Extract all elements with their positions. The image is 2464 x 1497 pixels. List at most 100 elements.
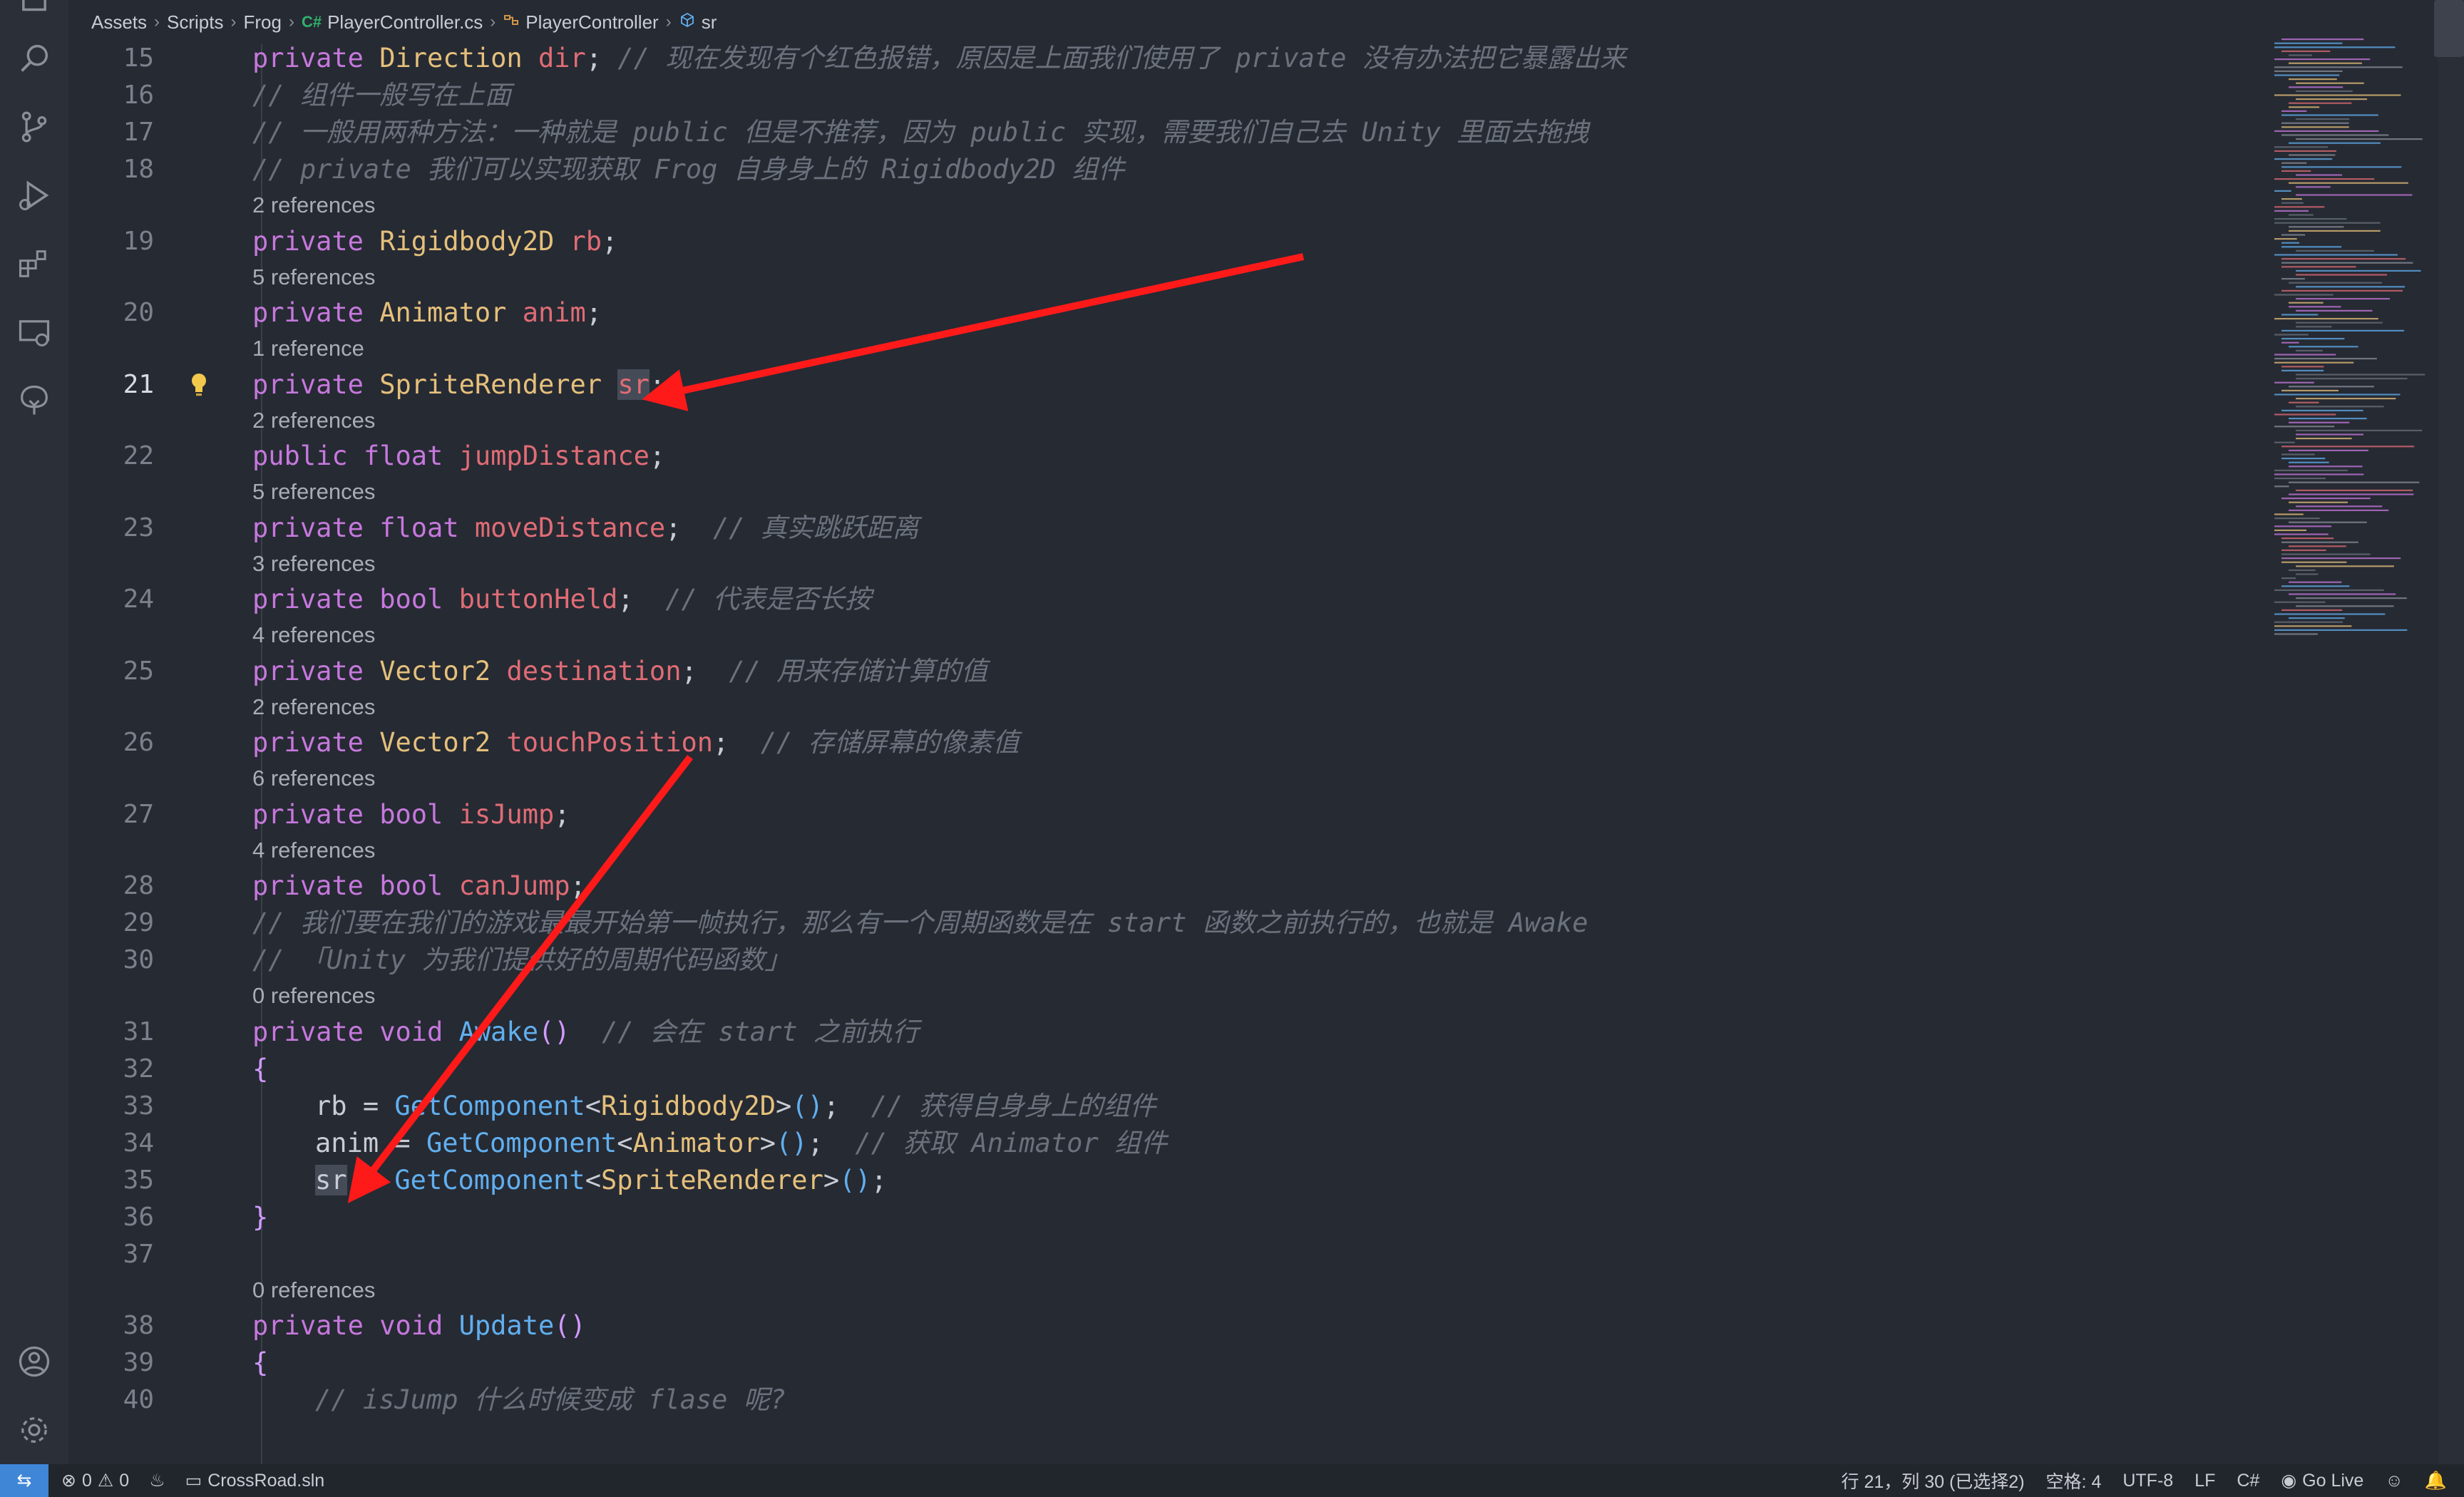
codelens-references[interactable]: 1 reference bbox=[252, 331, 364, 366]
problems-indicator[interactable]: ⊗ 0 ⚠ 0 bbox=[61, 1470, 129, 1491]
language-mode[interactable]: C# bbox=[2237, 1471, 2259, 1491]
minimap-line bbox=[2296, 605, 2394, 607]
code-token: ; bbox=[585, 43, 618, 73]
breadcrumb-frog[interactable]: Frog bbox=[244, 11, 282, 34]
code-line[interactable]: 37 bbox=[68, 1236, 2279, 1273]
code-token: private bbox=[252, 1016, 380, 1047]
csharp-file-icon: C# bbox=[301, 13, 322, 31]
lightbulb-icon[interactable] bbox=[190, 372, 208, 398]
minimap-line bbox=[2296, 118, 2350, 120]
codelens-references[interactable]: 4 references bbox=[252, 618, 375, 652]
remote-explorer-icon[interactable] bbox=[13, 311, 56, 354]
remote-icon: ⇆ bbox=[16, 1471, 32, 1491]
breadcrumb-field[interactable]: sr bbox=[679, 11, 717, 34]
code-token: // 获取 Animator 组件 bbox=[855, 1127, 1168, 1158]
minimap-line bbox=[2289, 54, 2313, 56]
codelens-references[interactable]: 0 references bbox=[252, 979, 375, 1013]
minimap-line bbox=[2296, 298, 2391, 300]
codelens-references[interactable]: 2 references bbox=[252, 690, 375, 724]
code-line[interactable]: 22 public float jumpDistance; bbox=[68, 438, 2279, 475]
minimap-line bbox=[2274, 633, 2318, 635]
code-line[interactable]: 35 sr = GetComponent<SpriteRenderer>(); bbox=[68, 1162, 2279, 1199]
flame-icon[interactable]: ♨ bbox=[149, 1470, 165, 1491]
code-line[interactable]: 40 // isJump 什么时候变成 flase 呢? bbox=[68, 1382, 2279, 1419]
code-line[interactable]: 16 // 组件一般写在上面 bbox=[68, 77, 2279, 114]
code-line[interactable]: 18 // private 我们可以实现获取 Frog 自身身上的 Rigidbo… bbox=[68, 151, 2279, 188]
extensions-icon[interactable] bbox=[13, 242, 56, 285]
code-line[interactable]: 24 private bool buttonHeld; // 代表是否长按 bbox=[68, 581, 2279, 618]
code-token: } bbox=[252, 1201, 269, 1233]
code-line[interactable]: 26 private Vector2 touchPosition; // 存储屏幕… bbox=[68, 724, 2279, 761]
codelens-references[interactable]: 4 references bbox=[252, 833, 375, 868]
code-line[interactable]: 23 private float moveDistance; // 真实跳跃距离 bbox=[68, 510, 2279, 547]
go-live-button[interactable]: ◉ Go Live bbox=[2281, 1470, 2363, 1491]
code-line[interactable]: 19 private Rigidbody2D rb; bbox=[68, 223, 2279, 260]
code-line[interactable]: 17 // 一般用两种方法：一种就是 public 但是不推荐，因为 public… bbox=[68, 114, 2279, 151]
code-line[interactable]: 33 rb = GetComponent<Rigidbody2D>(); // 获… bbox=[68, 1088, 2279, 1125]
code-line[interactable]: 32 { bbox=[68, 1051, 2279, 1088]
chevron-right-icon: › bbox=[288, 12, 294, 31]
breadcrumb-file[interactable]: C# PlayerController.cs bbox=[302, 11, 483, 34]
code-token: ; bbox=[807, 1127, 856, 1158]
line-ending[interactable]: LF bbox=[2194, 1471, 2215, 1491]
source-control-icon[interactable] bbox=[13, 106, 56, 148]
codelens-references[interactable]: 0 references bbox=[252, 1273, 375, 1307]
breadcrumb-class[interactable]: PlayerController bbox=[503, 11, 659, 34]
minimap-line bbox=[2296, 326, 2332, 328]
scrollbar-thumb[interactable] bbox=[2434, 0, 2464, 57]
codelens-references[interactable]: 2 references bbox=[252, 403, 375, 438]
warning-icon: ⚠ bbox=[97, 1471, 114, 1491]
breadcrumb-assets[interactable]: Assets bbox=[91, 11, 147, 34]
code-editor[interactable]: 15 private Direction dir; // 现在发现有个红色报错，原… bbox=[68, 43, 2279, 1464]
solution-indicator[interactable]: ▭ CrossRoad.sln bbox=[185, 1470, 325, 1491]
minimap-line bbox=[2274, 190, 2291, 192]
run-debug-icon[interactable] bbox=[13, 174, 56, 217]
minimap-line bbox=[2274, 206, 2325, 208]
vertical-scrollbar[interactable] bbox=[2438, 0, 2464, 1464]
indentation[interactable]: 空格: 4 bbox=[2046, 1468, 2102, 1493]
minimap-line bbox=[2274, 66, 2403, 68]
minimap-line bbox=[2281, 541, 2358, 543]
code-line[interactable]: 31 private void Awake() // 会在 start 之前执行 bbox=[68, 1014, 2279, 1051]
code-line[interactable]: 21 private SpriteRenderer sr; bbox=[68, 366, 2279, 403]
codelens-references[interactable]: 6 references bbox=[252, 761, 375, 796]
code-token: public bbox=[252, 441, 364, 471]
codelens-references[interactable]: 5 references bbox=[252, 475, 375, 509]
codelens-references[interactable]: 5 references bbox=[252, 260, 375, 294]
minimap-line bbox=[2281, 266, 2356, 268]
code-text: // isJump 什么时候变成 flase 呢? bbox=[315, 1382, 786, 1419]
minimap-line bbox=[2281, 561, 2347, 563]
codelens-references[interactable]: 2 references bbox=[252, 188, 375, 222]
code-line[interactable]: 36} bbox=[68, 1199, 2279, 1236]
minimap[interactable] bbox=[2274, 31, 2445, 644]
codelens-references[interactable]: 3 references bbox=[252, 547, 375, 581]
minimap-line bbox=[2281, 262, 2413, 264]
tree-icon[interactable] bbox=[13, 379, 56, 422]
code-line[interactable]: 38 private void Update() bbox=[68, 1307, 2279, 1344]
code-line[interactable]: 28 private bool canJump; bbox=[68, 868, 2279, 905]
code-line[interactable]: 20 private Animator anim; bbox=[68, 294, 2279, 331]
breadcrumb-scripts[interactable]: Scripts bbox=[167, 11, 223, 34]
account-icon[interactable] bbox=[13, 1340, 56, 1383]
search-icon[interactable] bbox=[13, 37, 56, 80]
code-token: Vector2 bbox=[379, 727, 507, 758]
code-line[interactable]: 25 private Vector2 destination; // 用来存储计算… bbox=[68, 653, 2279, 690]
code-line[interactable]: 29 // 我们要在我们的游戏最最开始第一帧执行，那么有一个周期函数是在 star… bbox=[68, 905, 2279, 942]
code-line[interactable]: 27 private bool isJump; bbox=[68, 796, 2279, 833]
language-label: C# bbox=[2237, 1470, 2260, 1491]
code-line[interactable]: 39 { bbox=[68, 1344, 2279, 1382]
cursor-position[interactable]: 行 21，列 30 (已选择2) bbox=[1842, 1468, 2025, 1493]
cursor-position-label: 行 21，列 30 (已选择2) bbox=[1841, 1472, 2025, 1492]
code-token: bool bbox=[379, 870, 459, 901]
code-line[interactable]: 30 // 「Unity 为我们提供好的周期代码函数」 bbox=[68, 942, 2279, 979]
code-token: // 代表是否长按 bbox=[665, 584, 872, 614]
explorer-icon[interactable] bbox=[13, 0, 56, 17]
notifications-icon[interactable]: 🔔 bbox=[2425, 1471, 2447, 1491]
feedback-icon[interactable]: ☺ bbox=[2385, 1471, 2403, 1491]
encoding[interactable]: UTF-8 bbox=[2122, 1471, 2173, 1491]
code-line[interactable]: 15 private Direction dir; // 现在发现有个红色报错，原… bbox=[68, 40, 2279, 77]
code-line[interactable]: 34 anim = GetComponent<Animator>(); // 获取… bbox=[68, 1125, 2279, 1162]
minimap-line bbox=[2289, 306, 2341, 308]
gear-icon[interactable] bbox=[13, 1409, 56, 1451]
remote-indicator[interactable]: ⇆ bbox=[0, 1464, 48, 1497]
